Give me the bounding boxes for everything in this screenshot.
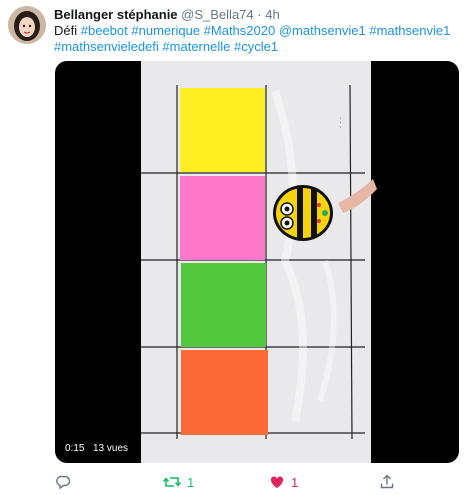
beebot-robot bbox=[273, 185, 333, 241]
mention-mathsenvie1[interactable]: @mathsenvie1 bbox=[279, 23, 366, 38]
video-frame: · · · bbox=[141, 61, 377, 463]
avatar[interactable] bbox=[8, 6, 46, 44]
mat-square-green bbox=[181, 263, 266, 347]
tweet-header: Bellanger stéphanie @S_Bella74 · 4h bbox=[54, 6, 458, 24]
tweet-actions: 1 1 bbox=[55, 472, 459, 492]
heart-icon bbox=[270, 476, 284, 488]
mat-square-orange bbox=[181, 350, 268, 435]
like-count: 1 bbox=[291, 474, 299, 490]
reply-icon bbox=[56, 475, 71, 490]
retweet-button[interactable]: 1 bbox=[163, 472, 194, 492]
tweet-text-prefix: Défi bbox=[54, 23, 78, 38]
separator-dot: · bbox=[257, 7, 262, 22]
hashtag-cycle1[interactable]: #cycle1 bbox=[234, 39, 278, 54]
reply-button[interactable] bbox=[55, 472, 71, 492]
mat-square-yellow bbox=[180, 88, 265, 172]
hashtag-mathsenvie1[interactable]: #mathsenvie1 bbox=[369, 23, 450, 38]
author-name[interactable]: Bellanger stéphanie bbox=[54, 7, 178, 22]
hashtag-mathsenvieledefi[interactable]: #mathsenvieledefi bbox=[54, 39, 159, 54]
tweet[interactable]: Bellanger stéphanie @S_Bella74 · 4h Défi… bbox=[0, 0, 466, 495]
author-handle[interactable]: @S_Bella74 bbox=[181, 7, 253, 22]
retweet-count: 1 bbox=[187, 474, 195, 490]
hashtag-beebot[interactable]: #beebot bbox=[81, 23, 128, 38]
hashtag-maths2020[interactable]: #Maths2020 bbox=[204, 23, 276, 38]
avatar-image bbox=[8, 6, 46, 44]
hashtag-maternelle[interactable]: #maternelle bbox=[162, 39, 230, 54]
video-views: 13 vues bbox=[89, 441, 133, 457]
hashtag-numerique[interactable]: #numerique bbox=[131, 23, 200, 38]
timestamp[interactable]: 4h bbox=[265, 7, 279, 22]
share-button[interactable] bbox=[379, 472, 395, 492]
like-button[interactable]: 1 bbox=[269, 472, 298, 492]
retweet-icon bbox=[163, 477, 181, 487]
video-player[interactable]: · · · 0:15 13 vues bbox=[55, 61, 459, 463]
share-icon bbox=[380, 474, 394, 489]
svg-text:· · ·: · · · bbox=[336, 117, 344, 128]
video-duration: 0:15 bbox=[61, 441, 89, 457]
mat-square-pink bbox=[180, 176, 265, 260]
tweet-text: Défi #beebot #numerique #Maths2020 @math… bbox=[54, 23, 454, 55]
